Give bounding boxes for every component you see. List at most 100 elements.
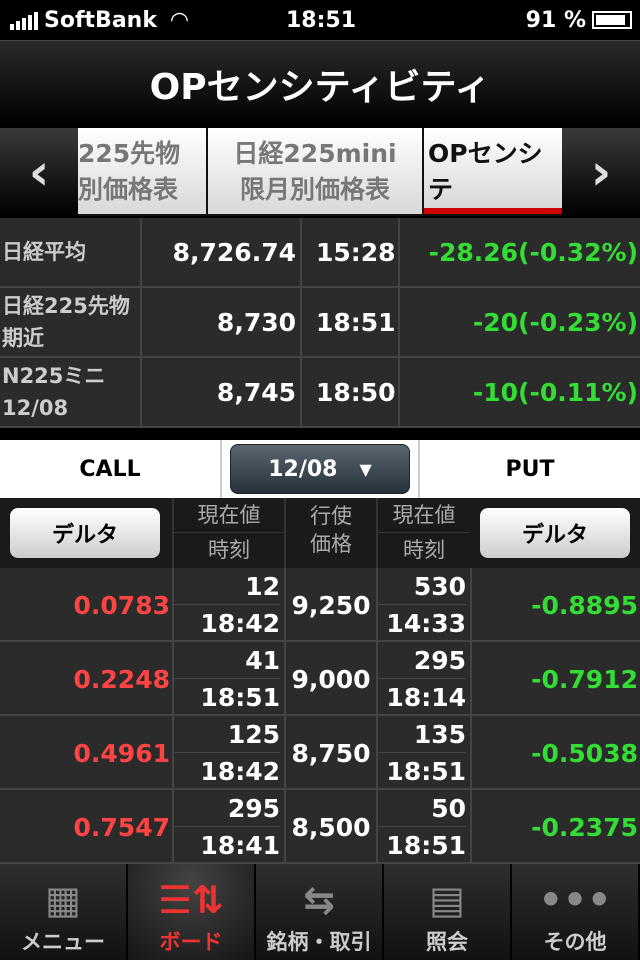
index-change: -10(-0.11%) (472, 377, 638, 407)
price-header: 現在値 (378, 498, 470, 533)
exchange-icon: ⇆ (303, 878, 335, 922)
index-time: 15:28 (302, 218, 400, 286)
month-select[interactable]: 12/08 ▼ (230, 444, 410, 494)
chevron-right-icon[interactable]: › (562, 128, 640, 216)
put-delta: -0.2375 (470, 790, 640, 864)
index-change: -20(-0.23%) (472, 307, 638, 337)
put-price: 50 (378, 790, 466, 827)
strike-header-2: 価格 (310, 532, 352, 556)
call-delta: 0.7547 (73, 812, 170, 842)
status-bar: SoftBank ◠ 18:51 91 % (0, 0, 640, 40)
tab-futures-price[interactable]: 225先物別価格表 (78, 128, 206, 214)
tab-label: 銘柄・取引 (266, 930, 372, 954)
tab-label: 限月別価格表 (239, 175, 390, 204)
tab-label: 照会 (426, 930, 468, 954)
call-price-time: 12 18:42 (172, 568, 284, 642)
caret-down-icon: ▼ (359, 459, 372, 479)
strike-header-1: 行使 (310, 504, 352, 528)
put-delta-button[interactable]: デルタ (480, 508, 630, 558)
call-price-time-header: 現在値 時刻 (172, 498, 284, 568)
strike-price: 9,000 (284, 642, 376, 716)
call-price: 12 (174, 568, 280, 605)
wifi-icon: ◠ (170, 7, 188, 33)
put-price-time: 50 18:51 (376, 790, 470, 864)
call-delta: 0.2248 (73, 664, 170, 694)
tab-label: 別価格表 (78, 175, 179, 204)
tab-board[interactable]: ☰⇅ ボード (128, 864, 256, 960)
table-row: 日経225先物期近 8,730 18:51 -20(-0.23%) (0, 288, 640, 358)
index-name: 日経平均 (2, 240, 86, 264)
put-price-time-header: 現在値 時刻 (376, 498, 470, 568)
put-price-time: 135 18:51 (376, 716, 470, 790)
put-price-time: 530 14:33 (376, 568, 470, 642)
table-row[interactable]: 0.7547 295 18:41 8,500 50 18:51 -0.2375 (0, 790, 640, 864)
index-name: 日経225先物期近 (2, 294, 130, 350)
strike-header: 行使 価格 (284, 498, 376, 568)
put-price: 530 (378, 568, 466, 605)
table-row: 日経平均 8,726.74 15:28 -28.26(-0.32%) (0, 218, 640, 288)
call-price: 125 (174, 716, 280, 753)
put-price-time: 295 18:14 (376, 642, 470, 716)
table-row[interactable]: 0.4961 125 18:42 8,750 135 18:51 -0.5038 (0, 716, 640, 790)
month-value: 12/08 (268, 456, 338, 482)
put-time: 18:14 (386, 683, 466, 712)
tab-trade[interactable]: ⇆ 銘柄・取引 (256, 864, 384, 960)
put-price: 295 (378, 642, 466, 679)
call-price-time: 295 18:41 (172, 790, 284, 864)
put-price: 135 (378, 716, 466, 753)
call-delta: 0.0783 (73, 590, 170, 620)
card-icon: ▤ (429, 878, 465, 922)
index-name-cell: 日経平均 (0, 218, 142, 286)
board-icon: ☰⇅ (158, 878, 224, 922)
tab-label: メニュー (21, 930, 105, 954)
tab-more[interactable]: ••• その他 (512, 864, 640, 960)
call-delta-button[interactable]: デルタ (10, 508, 160, 558)
options-table: 0.0783 12 18:42 9,250 530 14:33 -0.8895 0.2… (0, 568, 640, 864)
put-delta: -0.5038 (470, 716, 640, 790)
battery-text: 91 % (525, 7, 586, 33)
carrier: SoftBank (44, 7, 157, 33)
price-header: 現在値 (174, 498, 284, 533)
tab-op-sensitivity[interactable]: OPセンシテティ (424, 128, 564, 214)
clock: 18:51 (286, 7, 357, 33)
divider (220, 440, 222, 498)
put-delta: -0.7912 (470, 642, 640, 716)
bottom-tab-bar: ▦ メニュー ☰⇅ ボード ⇆ 銘柄・取引 ▤ 照会 ••• その他 (0, 864, 640, 960)
index-time: 18:51 (302, 288, 400, 356)
table-row[interactable]: 0.2248 41 18:51 9,000 295 18:14 -0.7912 (0, 642, 640, 716)
chevron-left-icon[interactable]: ‹ (0, 128, 78, 216)
signal-icon (10, 10, 38, 30)
put-time: 18:51 (386, 757, 466, 786)
call-price: 295 (174, 790, 280, 827)
time-header: 時刻 (208, 538, 250, 562)
strike-price: 8,750 (284, 716, 376, 790)
index-name: N225ミニ12/08 (2, 364, 106, 420)
put-time: 14:33 (386, 609, 466, 638)
tab-label: その他 (543, 930, 607, 954)
battery-icon (592, 11, 632, 29)
tab-label: ボード (159, 930, 223, 954)
time-header: 時刻 (403, 538, 445, 562)
tab-label: 225先物 (78, 139, 181, 168)
call-time: 18:42 (200, 609, 280, 638)
table-row: N225ミニ12/08 8,745 18:50 -10(-0.11%) (0, 358, 640, 428)
call-label: CALL (79, 456, 141, 482)
tab-mini-price[interactable]: 日経225mini 限月別価格表 (208, 128, 422, 214)
put-time: 18:51 (386, 831, 466, 860)
index-value: 8,726.74 (142, 218, 302, 286)
options-subheader: デルタ 現在値時刻 行使価格 現在値時刻 デルタ (0, 498, 640, 568)
tab-inquiry[interactable]: ▤ 照会 (384, 864, 512, 960)
call-time: 18:42 (200, 757, 280, 786)
put-delta: -0.8895 (470, 568, 640, 642)
tab-label: ティ (428, 208, 564, 214)
call-time: 18:41 (200, 831, 280, 860)
index-value: 8,730 (142, 288, 302, 356)
strike-price: 8,500 (284, 790, 376, 864)
call-delta: 0.4961 (73, 738, 170, 768)
put-label: PUT (505, 456, 555, 482)
tab-menu[interactable]: ▦ メニュー (0, 864, 128, 960)
index-change: -28.26(-0.32%) (428, 237, 638, 267)
table-row[interactable]: 0.0783 12 18:42 9,250 530 14:33 -0.8895 (0, 568, 640, 642)
grid-icon: ▦ (45, 878, 81, 922)
index-table: 日経平均 8,726.74 15:28 -28.26(-0.32%) 日経225先物期… (0, 218, 640, 428)
